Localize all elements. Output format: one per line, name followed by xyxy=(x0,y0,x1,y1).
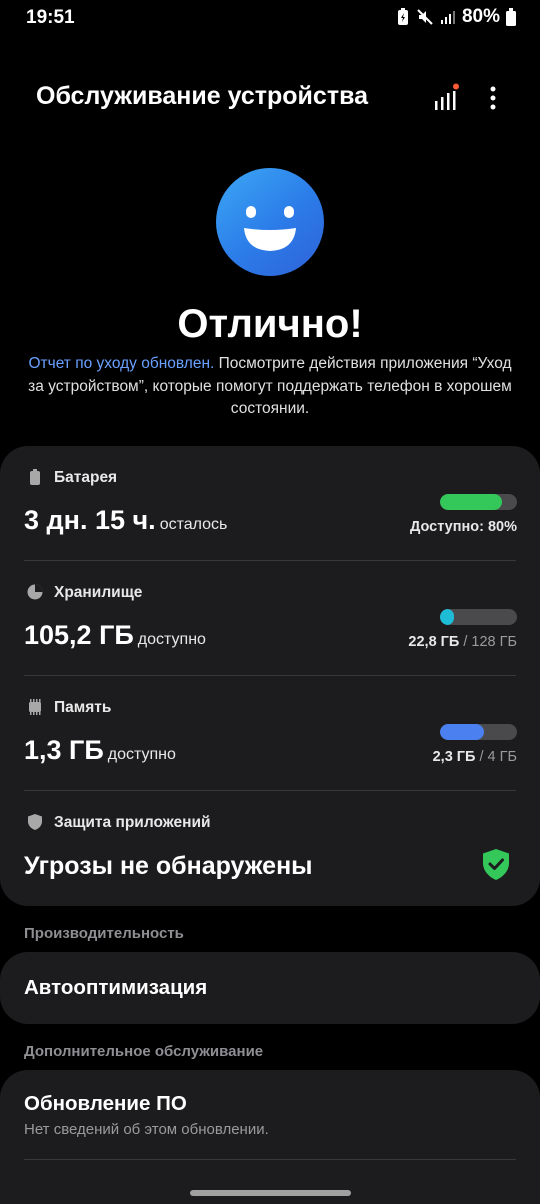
more-options-icon xyxy=(490,86,496,110)
battery-suffix: осталось xyxy=(159,516,228,533)
additional-section-header: Дополнительное обслуживание xyxy=(24,1043,264,1060)
memory-total: 4 ГБ xyxy=(487,749,517,765)
memory-caption: 2,3 ГБ / 4 ГБ xyxy=(433,749,517,765)
page-title: Обслуживание устройства xyxy=(36,82,369,110)
app-protection-label: Защита приложений xyxy=(54,814,211,831)
battery-value-text: 3 дн. 15 ч. xyxy=(24,505,156,535)
status-time: 19:51 xyxy=(26,7,75,28)
device-status-card: Батарея 3 дн. 15 ч. осталось Доступно: 80… xyxy=(0,446,540,906)
shield-check-icon xyxy=(483,849,509,880)
more-options-button[interactable] xyxy=(477,82,509,114)
auto-optimize-card[interactable]: Автооптимизация xyxy=(0,952,540,1024)
battery-row[interactable]: Батарея 3 дн. 15 ч. осталось Доступно: 80… xyxy=(0,446,540,560)
divider xyxy=(24,1159,516,1160)
software-update-subtitle: Нет сведений об этом обновлении. xyxy=(24,1121,269,1138)
memory-value-text: 1,3 ГБ xyxy=(24,735,104,765)
battery-icon xyxy=(30,469,40,485)
app-header: Обслуживание устройства xyxy=(0,78,540,118)
memory-used: 2,3 ГБ xyxy=(432,749,476,765)
battery-bar xyxy=(440,494,517,510)
memory-chip-icon xyxy=(29,699,41,715)
battery-value: 3 дн. 15 ч. осталось xyxy=(24,505,227,536)
storage-used: 22,8 ГБ xyxy=(408,634,460,650)
storage-label: Хранилище xyxy=(54,584,143,601)
shield-icon xyxy=(28,814,42,830)
signal-icon xyxy=(440,11,455,24)
status-bar: 19:51 80% xyxy=(0,0,540,36)
battery-icon xyxy=(506,8,516,26)
care-report-link[interactable]: Отчет по уходу обновлен. xyxy=(28,355,214,372)
pie-chart-icon xyxy=(27,584,43,600)
memory-value: 1,3 ГБ доступно xyxy=(24,735,176,766)
storage-suffix: доступно xyxy=(137,631,206,648)
storage-value-text: 105,2 ГБ xyxy=(24,620,134,650)
status-icons: 80% xyxy=(396,6,516,28)
battery-saver-icon xyxy=(397,8,408,25)
memory-row[interactable]: Память 1,3 ГБ доступно 2,3 ГБ / 4 ГБ xyxy=(0,676,540,790)
memory-suffix: доступно xyxy=(107,746,176,763)
report-icon xyxy=(435,83,459,110)
battery-bar-fill xyxy=(440,494,502,510)
memory-label: Память xyxy=(54,699,112,716)
battery-caption: Доступно: 80% xyxy=(409,519,517,535)
storage-value: 105,2 ГБ доступно xyxy=(24,620,206,651)
memory-separator: / xyxy=(475,749,488,765)
storage-row[interactable]: Хранилище 105,2 ГБ доступно 22,8 ГБ / 128… xyxy=(0,561,540,675)
battery-label: Батарея xyxy=(54,469,118,486)
status-title: Отлично! xyxy=(177,302,363,346)
auto-optimize-label: Автооптимизация xyxy=(24,976,208,999)
storage-total: 128 ГБ xyxy=(471,634,517,650)
performance-section-header: Производительность xyxy=(24,925,184,942)
memory-bar-fill xyxy=(440,724,485,740)
software-update-title: Обновление ПО xyxy=(24,1092,187,1115)
memory-bar xyxy=(440,724,517,740)
status-description: Отчет по уходу обновлен. Посмотрите дейс… xyxy=(22,353,518,421)
app-protection-value: Угрозы не обнаружены xyxy=(24,852,313,880)
storage-bar-fill xyxy=(440,609,454,625)
report-button[interactable] xyxy=(430,82,462,114)
storage-caption: 22,8 ГБ / 128 ГБ xyxy=(408,634,517,650)
home-indicator[interactable] xyxy=(190,1190,351,1196)
smiley-face-icon xyxy=(216,168,324,276)
storage-bar xyxy=(440,609,517,625)
software-update-card[interactable]: Обновление ПО Нет сведений об этом обнов… xyxy=(0,1070,540,1204)
storage-separator: / xyxy=(459,634,472,650)
battery-percent: 80% xyxy=(461,6,500,27)
app-protection-row[interactable]: Защита приложений Угрозы не обнаружены xyxy=(0,791,540,906)
mute-icon xyxy=(417,9,433,25)
